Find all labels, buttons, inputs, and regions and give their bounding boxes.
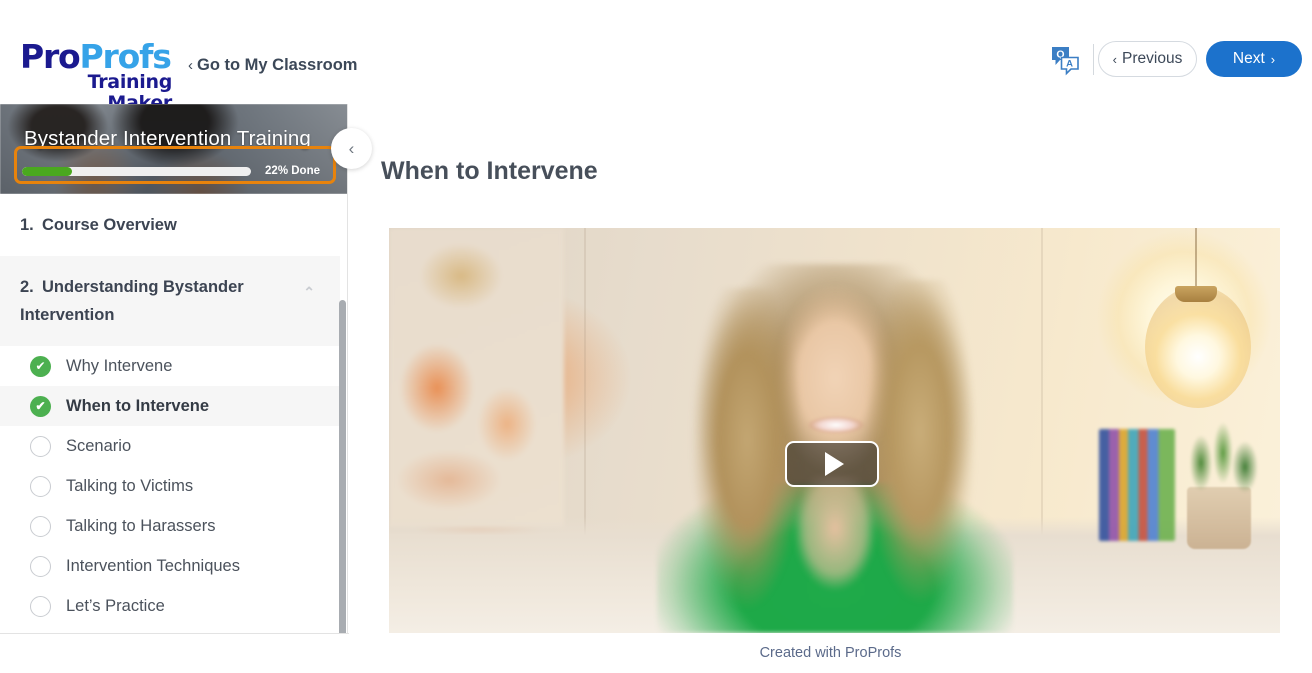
toc-item[interactable]: Scenario bbox=[0, 426, 340, 466]
footer-credit: Created with ProProfs bbox=[759, 645, 902, 661]
toc-section-label: Understanding Bystander Intervention bbox=[20, 278, 244, 324]
course-header-banner: Bystander Intervention Training 22% Done bbox=[0, 104, 347, 194]
lesson-complete-check-icon: ✔ bbox=[30, 355, 51, 377]
top-navigation-bar: ProProfs Training Maker ‹ Go to My Classr… bbox=[0, 0, 1312, 114]
lesson-incomplete-circle-icon bbox=[30, 555, 51, 577]
toc-item-label: Intervention Techniques bbox=[66, 556, 240, 575]
video-presenter-smile bbox=[807, 416, 865, 434]
toc-item-label: Why Intervene bbox=[66, 356, 173, 375]
chevron-up-icon[interactable]: ⌃ bbox=[303, 278, 315, 306]
sidebar-bottom-divider bbox=[0, 633, 349, 634]
question-answer-icon[interactable]: Q A bbox=[1048, 43, 1082, 77]
toc-item[interactable]: Let’s Practice bbox=[0, 586, 340, 626]
video-presenter-hair-right bbox=[867, 280, 987, 610]
go-to-my-classroom-link[interactable]: ‹ Go to My Classroom bbox=[188, 56, 357, 75]
toc-item-label: Scenario bbox=[66, 436, 132, 455]
collapse-sidebar-button[interactable]: ‹ bbox=[331, 128, 372, 169]
toc-section-2[interactable]: 2. Understanding Bystander Intervention ⌃ bbox=[0, 256, 340, 346]
chevron-left-icon: ‹ bbox=[348, 138, 355, 158]
lesson-incomplete-circle-icon bbox=[30, 435, 51, 457]
video-presenter-hair-left bbox=[681, 288, 799, 618]
next-button-label: Next bbox=[1232, 50, 1265, 67]
progress-bar-fill bbox=[22, 166, 73, 176]
lesson-video-player[interactable] bbox=[389, 228, 1280, 633]
video-scene-lamp bbox=[1145, 286, 1251, 408]
toc-item-label: When to Intervene bbox=[66, 396, 210, 415]
chevron-left-icon: ‹ bbox=[1112, 51, 1118, 67]
lesson-incomplete-circle-icon bbox=[30, 515, 51, 537]
svg-text:A: A bbox=[1066, 59, 1073, 70]
toolbar-divider bbox=[1093, 44, 1094, 75]
progress-percent-label: 22% Done bbox=[265, 165, 320, 177]
logo-text-pro: Pro bbox=[20, 37, 81, 76]
sidebar-bottom-spacer bbox=[0, 634, 349, 673]
toc-item[interactable]: Intervention Techniques bbox=[0, 546, 340, 586]
lesson-content-area: When to Intervene bbox=[349, 104, 1312, 633]
previous-button-label: Previous bbox=[1122, 50, 1183, 67]
chevron-right-icon: › bbox=[1270, 51, 1276, 67]
page-title: When to Intervene bbox=[381, 157, 598, 185]
play-button[interactable] bbox=[785, 441, 879, 487]
toc-section-number: 2. bbox=[20, 278, 34, 296]
toc-item[interactable]: Talking to Harassers bbox=[0, 506, 340, 546]
video-scene-books bbox=[1099, 429, 1175, 541]
course-sidebar: Bystander Intervention Training 22% Done… bbox=[0, 104, 348, 634]
sidebar-scrollbar[interactable] bbox=[339, 300, 346, 634]
toc-section-label: Course Overview bbox=[42, 216, 177, 234]
previous-button[interactable]: ‹ Previous bbox=[1098, 41, 1197, 77]
course-progress: 22% Done bbox=[22, 165, 320, 177]
toc-section-number: 1. bbox=[20, 216, 34, 234]
next-button[interactable]: Next › bbox=[1206, 41, 1302, 77]
toc-item-label: Let’s Practice bbox=[66, 596, 165, 615]
lesson-incomplete-circle-icon bbox=[30, 595, 51, 617]
back-chevron-icon: ‹ bbox=[188, 57, 193, 74]
toc-item[interactable]: ✔ When to Intervene bbox=[0, 386, 340, 426]
lesson-incomplete-circle-icon bbox=[30, 475, 51, 497]
play-icon bbox=[825, 452, 844, 476]
course-title: Bystander Intervention Training bbox=[24, 127, 311, 150]
video-scene-plant bbox=[1179, 419, 1265, 497]
toc-section-1[interactable]: 1. Course Overview bbox=[0, 194, 340, 256]
video-scene-lamp-cap bbox=[1175, 286, 1217, 302]
toc-item[interactable]: ✔ Why Intervene bbox=[0, 346, 340, 386]
video-scene-painting bbox=[389, 228, 564, 528]
lesson-complete-check-icon: ✔ bbox=[30, 395, 51, 417]
toc-item-label: Talking to Harassers bbox=[66, 516, 216, 535]
logo-wordmark: ProProfs bbox=[20, 40, 172, 73]
page-footer: Created with ProProfs bbox=[349, 633, 1312, 673]
progress-bar-track bbox=[22, 166, 252, 176]
toc-item-label: Talking to Victims bbox=[66, 476, 194, 495]
toc-item[interactable]: Talking to Victims bbox=[0, 466, 340, 506]
table-of-contents: 1. Course Overview 2. Understanding Bystand… bbox=[0, 194, 347, 634]
go-to-my-classroom-label: Go to My Classroom bbox=[197, 56, 358, 74]
